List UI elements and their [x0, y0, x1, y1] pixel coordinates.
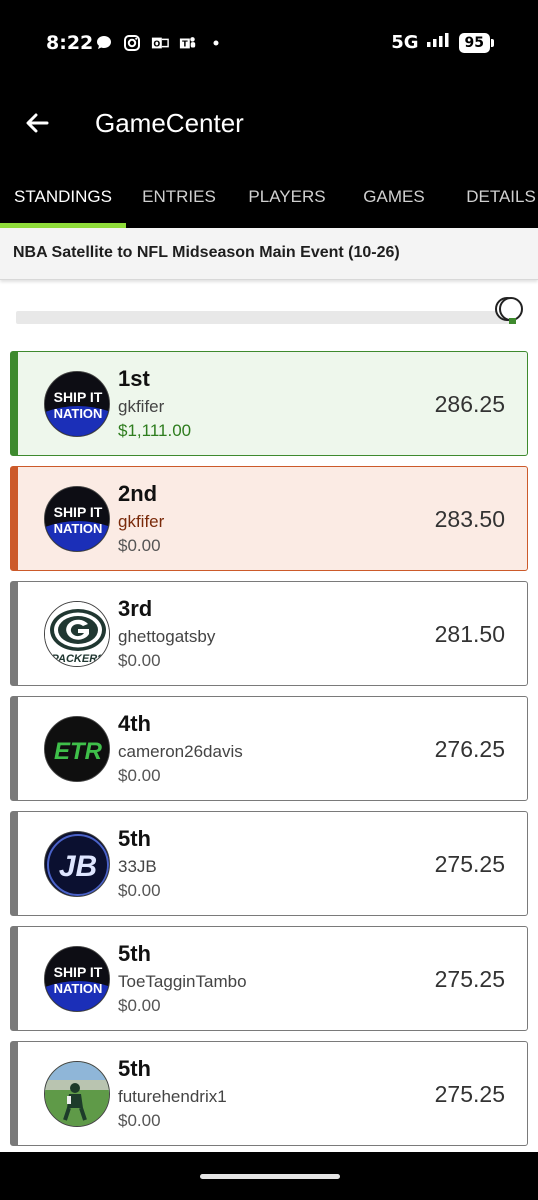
entry-score: 275.25 — [434, 1081, 505, 1107]
status-bar: 8:22 O T 5G 95 — [0, 0, 538, 88]
dot-icon — [207, 34, 225, 52]
chat-icon[interactable] — [492, 296, 526, 326]
battery-icon: 95 — [458, 32, 494, 53]
entry-prize: $0.00 — [118, 996, 161, 1015]
etr-logo: ETR — [44, 716, 110, 782]
home-gesture-handle[interactable] — [200, 1174, 340, 1179]
entry-username: 33JB — [118, 857, 157, 876]
tab-bar: STANDINGS ENTRIES PLAYERS GAMES DETAILS — [0, 160, 538, 228]
system-nav-bar — [0, 1152, 538, 1200]
entry-prize: $0.00 — [118, 766, 161, 785]
entry-prize: $1,111.00 — [118, 421, 192, 440]
entry-username: gkfifer — [118, 512, 165, 531]
entry-username: futurehendrix1 — [118, 1087, 227, 1106]
svg-text:NATION: NATION — [54, 521, 103, 536]
tab-details[interactable]: DETAILS — [446, 160, 538, 228]
signal-icon — [426, 32, 452, 53]
entry-score: 276.25 — [434, 736, 505, 762]
svg-text:T: T — [182, 39, 188, 49]
entry-score: 275.25 — [434, 966, 505, 992]
entry-score: 281.50 — [434, 621, 505, 647]
tab-players[interactable]: PLAYERS — [232, 160, 342, 228]
standings-row[interactable]: 5th futurehendrix1 $0.00 275.25 — [10, 1041, 528, 1146]
ship-it-nation-logo: SHIP IT NATION — [44, 371, 110, 437]
svg-text:SHIP IT: SHIP IT — [54, 389, 103, 405]
entry-rank: 5th — [118, 1056, 151, 1081]
tab-games[interactable]: GAMES — [342, 160, 446, 228]
entry-username: cameron26davis — [118, 742, 243, 761]
entry-rank: 3rd — [118, 596, 153, 621]
jb-logo: JB — [44, 831, 110, 897]
entry-prize: $0.00 — [118, 1111, 161, 1130]
packers-logo: PACKERS — [44, 601, 110, 667]
entry-rank: 5th — [118, 826, 151, 851]
contest-header: NBA Satellite to NFL Midseason Main Even… — [0, 228, 538, 280]
entry-username: gkfifer — [118, 397, 165, 416]
tab-entries[interactable]: ENTRIES — [126, 160, 232, 228]
svg-text:SHIP IT: SHIP IT — [54, 964, 103, 980]
instagram-icon — [123, 34, 141, 52]
arrow-left-icon[interactable] — [20, 106, 54, 140]
entry-prize: $0.00 — [118, 651, 161, 670]
network-type: 5G — [391, 32, 419, 53]
entry-prize: $0.00 — [118, 881, 161, 900]
battery-level: 95 — [458, 32, 490, 53]
app-bar: GameCenter — [0, 88, 538, 160]
svg-text:PACKERS: PACKERS — [52, 653, 106, 665]
svg-text:SHIP IT: SHIP IT — [54, 504, 103, 520]
svg-text:NATION: NATION — [54, 406, 103, 421]
contest-title: NBA Satellite to NFL Midseason Main Even… — [13, 244, 400, 261]
standings-row[interactable]: JB 5th 33JB $0.00 275.25 — [10, 811, 528, 916]
standings-row[interactable]: SHIP IT NATION 2nd gkfifer $0.00 283.50 — [10, 466, 528, 571]
svg-text:ETR: ETR — [54, 738, 103, 765]
entry-rank: 1st — [118, 366, 150, 391]
entry-score: 275.25 — [434, 851, 505, 877]
svg-text:NATION: NATION — [54, 981, 103, 996]
entry-score: 286.25 — [434, 391, 505, 417]
entry-username: ghettogatsby — [118, 627, 216, 646]
standings-row[interactable]: SHIP IT NATION 5th ToeTagginTambo $0.00 … — [10, 926, 528, 1031]
entry-rank: 4th — [118, 711, 151, 736]
ship-it-nation-logo: SHIP IT NATION — [44, 486, 110, 552]
standings-row[interactable]: SHIP IT NATION 1st gkfifer $1,111.00 286… — [10, 351, 528, 456]
tab-standings[interactable]: STANDINGS — [0, 160, 126, 228]
svg-text:JB: JB — [59, 850, 97, 883]
entry-username: ToeTagginTambo — [118, 972, 247, 991]
status-time: 8:22 — [46, 32, 94, 54]
football-player-photo — [44, 1061, 110, 1127]
status-notification-icons: O T — [95, 34, 225, 52]
progress-bar — [16, 311, 512, 324]
entry-prize: $0.00 — [118, 536, 161, 555]
outlook-icon: O — [151, 34, 169, 52]
svg-text:O: O — [153, 39, 160, 49]
entry-rank: 5th — [118, 941, 151, 966]
teams-icon: T — [179, 34, 197, 52]
chat-bubble-icon — [95, 34, 113, 52]
ship-it-nation-logo: SHIP IT NATION — [44, 946, 110, 1012]
entry-score: 283.50 — [434, 506, 505, 532]
page-title: GameCenter — [95, 108, 244, 138]
standings-row[interactable]: PACKERS 3rd ghettogatsby $0.00 281.50 — [10, 581, 528, 686]
entry-rank: 2nd — [118, 481, 158, 506]
standings-row[interactable]: ETR 4th cameron26davis $0.00 276.25 — [10, 696, 528, 801]
status-right: 5G 95 — [391, 32, 494, 53]
